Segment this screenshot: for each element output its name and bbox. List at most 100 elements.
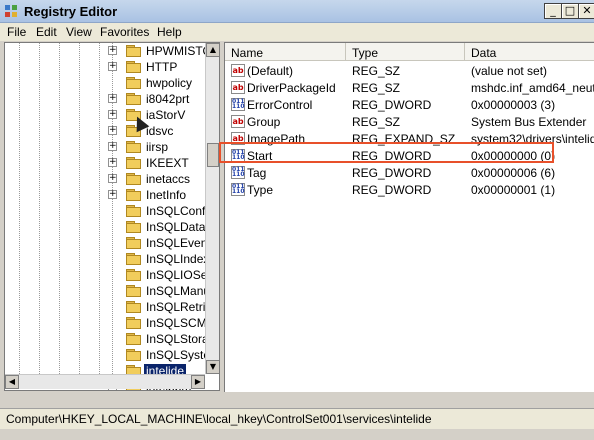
expand-plus-icon[interactable]: + (108, 158, 117, 167)
tree-item[interactable]: + iaStorV (5, 107, 205, 123)
column-header-data[interactable]: Data (465, 43, 594, 61)
scroll-up-button[interactable]: ▲ (206, 43, 219, 57)
folder-icon (126, 61, 141, 73)
folder-icon (126, 93, 141, 105)
tree-item[interactable]: InSQLEvents (5, 235, 217, 251)
tree-item-label: hwpolicy (146, 76, 193, 90)
expand-plus-icon[interactable]: + (108, 126, 117, 135)
value-row[interactable]: 011 110 Type REG_DWORD 0x00000001 (1) (225, 181, 594, 198)
binary-value-icon: 011 110 (231, 183, 245, 196)
value-type: REG_DWORD (352, 98, 432, 112)
tree-item[interactable]: + HTTP (5, 59, 205, 75)
string-value-icon: ab (231, 132, 245, 145)
tree-item[interactable]: InSQLManua (5, 283, 217, 299)
tree-item-label: InSQLIOSer (146, 268, 212, 282)
folder-icon (126, 237, 141, 249)
value-name: (Default) (247, 64, 294, 78)
arrow-right-icon: ▶ (194, 377, 202, 386)
close-button[interactable]: ✕ (578, 3, 594, 19)
tree-item[interactable]: InSQLDataA (5, 219, 213, 235)
tree-item[interactable]: + IKEEXT (5, 155, 205, 171)
scroll-down-button[interactable]: ▼ (206, 360, 219, 374)
value-type: REG_SZ (352, 64, 401, 78)
tree-item[interactable]: + idsvc (5, 123, 205, 139)
folder-icon (126, 253, 141, 265)
minimize-button[interactable]: _ (544, 3, 562, 19)
registry-values-list[interactable]: Name Type Data ab (Default) REG_SZ (value n… (224, 42, 594, 392)
tree-item[interactable]: InSQLSyster (5, 347, 214, 363)
value-name: ImagePath (247, 132, 306, 146)
tree-item[interactable]: + InetInfo (5, 187, 205, 203)
tree-item[interactable]: InSQLStorag (5, 331, 215, 347)
tree-item[interactable]: InSQLRetrie (5, 299, 212, 315)
tree-item-label: iirsp (146, 140, 169, 154)
expand-plus-icon[interactable]: + (108, 142, 117, 151)
value-row[interactable]: ab DriverPackageId REG_SZ mshdc.inf_amd64_n… (225, 79, 594, 96)
value-row[interactable]: ab (Default) REG_SZ (value not set) (225, 62, 594, 79)
value-row[interactable]: 011 110 Tag REG_DWORD 0x00000006 (6) (225, 164, 594, 181)
registry-editor-app-icon (5, 5, 17, 17)
value-row[interactable]: ab Group REG_SZ System Bus Extender (225, 113, 594, 130)
string-value-icon: ab (231, 115, 245, 128)
tree-item[interactable]: + inetaccs (5, 171, 205, 187)
tree-item[interactable]: InSQLIOSer (5, 267, 211, 283)
arrow-left-icon: ◀ (8, 377, 16, 386)
binary-value-icon: 011 110 (231, 98, 245, 111)
value-data: 0x00000006 (6) (471, 166, 556, 180)
tree-item[interactable]: + i8042prt (5, 91, 205, 107)
expand-plus-icon[interactable]: + (108, 94, 117, 103)
close-icon: ✕ (582, 4, 592, 17)
tree-item[interactable]: InSQLSCM (5, 315, 207, 331)
registry-key-tree[interactable]: + HPWMISTOF + HTTP hwpolicy + i8042prt + iaStorV… (4, 42, 220, 391)
folder-icon (126, 317, 141, 329)
expand-plus-icon[interactable]: + (108, 110, 117, 119)
column-header-type[interactable]: Type (346, 43, 465, 61)
scroll-thumb[interactable] (207, 143, 219, 167)
value-name: Tag (247, 166, 267, 180)
expand-plus-icon[interactable]: + (108, 174, 117, 183)
menu-view[interactable]: View (66, 25, 92, 39)
tree-vertical-scrollbar[interactable]: ▲ ▼ (205, 43, 219, 374)
value-type: REG_SZ (352, 81, 401, 95)
folder-icon (126, 45, 141, 57)
menu-edit[interactable]: Edit (36, 25, 57, 39)
scroll-left-button[interactable]: ◀ (5, 375, 19, 389)
value-name: Start (247, 149, 273, 163)
folder-icon (126, 349, 141, 361)
menu-favorites[interactable]: Favorites (100, 25, 149, 39)
value-row[interactable]: ab ImagePath REG_EXPAND_SZ system32\drivers… (225, 130, 594, 147)
scroll-right-button[interactable]: ▶ (191, 375, 205, 389)
tree-item[interactable]: hwpolicy (5, 75, 205, 91)
tree-item-label: InSQLDataA (146, 220, 214, 234)
tree-item-label: HTTP (146, 60, 178, 74)
tree-item[interactable]: InSQLConfig (5, 203, 215, 219)
tree-item-label: InSQLRetrie (146, 300, 213, 314)
tree-item-label: idsvc (146, 124, 174, 138)
maximize-button[interactable]: □ (561, 3, 579, 19)
column-header-name[interactable]: Name (225, 43, 346, 61)
tree-item-label: inetaccs (146, 172, 191, 186)
tree-item-label: IKEEXT (146, 156, 189, 170)
string-value-icon: ab (231, 81, 245, 94)
menu-file[interactable]: File (7, 25, 26, 39)
expand-plus-icon[interactable]: + (108, 62, 117, 71)
expand-plus-icon[interactable]: + (108, 46, 117, 55)
value-type: REG_DWORD (352, 166, 432, 180)
value-row[interactable]: 011 110 Start REG_DWORD 0x00000000 (0) (225, 147, 594, 164)
tree-item[interactable]: + iirsp (5, 139, 205, 155)
value-data: 0x00000000 (0) (471, 149, 556, 163)
value-name: Group (247, 115, 281, 129)
folder-icon (126, 269, 141, 281)
expand-plus-icon[interactable]: + (108, 190, 117, 199)
menu-bar: File Edit View Favorites Help (0, 23, 594, 41)
tree-item-label: InSQLSCM (146, 316, 207, 330)
tree-item[interactable]: InSQLIndexi (5, 251, 212, 267)
tree-item[interactable]: + HPWMISTOF (5, 43, 219, 59)
value-row[interactable]: 011 110 ErrorControl REG_DWORD 0x00000003 (3… (225, 96, 594, 113)
folder-icon (126, 285, 141, 297)
title-bar[interactable]: Registry Editor _ □ ✕ (0, 0, 594, 23)
tree-item-label: i8042prt (146, 92, 190, 106)
menu-help[interactable]: Help (157, 25, 182, 39)
key-path: Computer\HKEY_LOCAL_MACHINE\local_hkey\C… (6, 412, 432, 426)
tree-horizontal-scrollbar[interactable]: ◀ ▶ (5, 374, 205, 389)
